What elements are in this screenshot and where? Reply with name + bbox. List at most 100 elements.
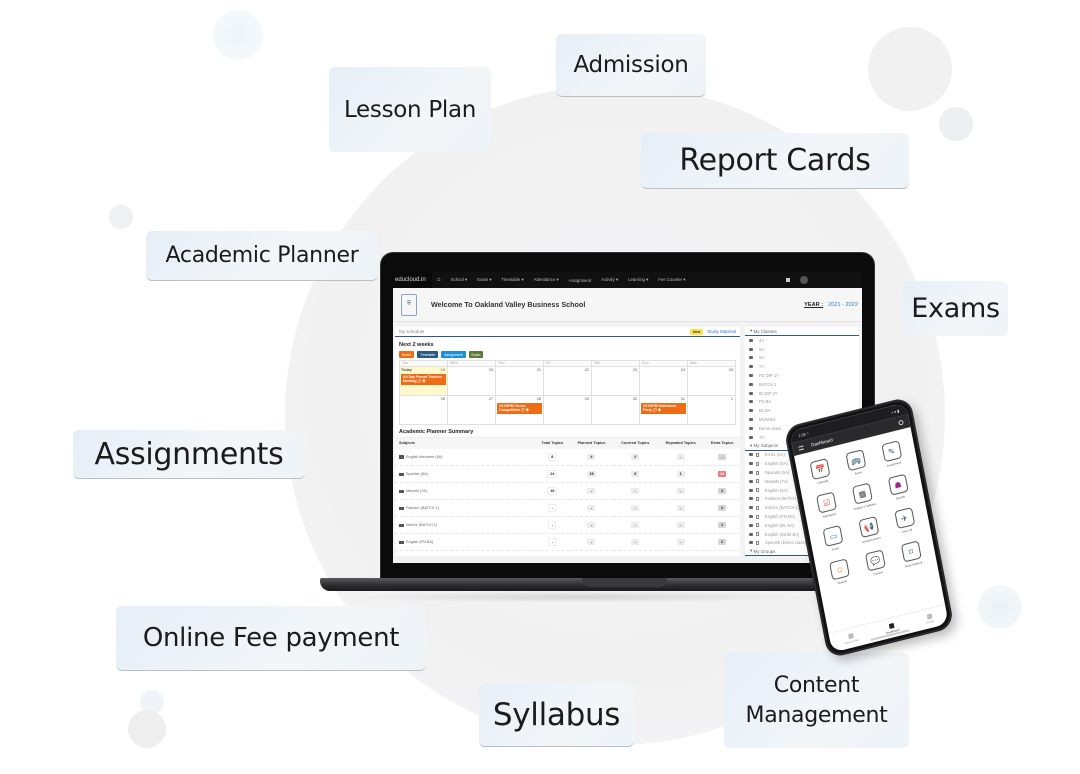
home-icon[interactable]: ⌂ [432, 277, 446, 283]
covered-count[interactable]: - [631, 488, 640, 495]
calendar-day[interactable]: 31 12:00PM Halloween Party ⓘ ✚ [640, 396, 688, 425]
covered-count[interactable]: 9 [631, 471, 640, 478]
table-row[interactable]: Marathi (7A) 16 - - - 2 [395, 482, 740, 501]
calendar-day[interactable]: 30 [592, 396, 640, 425]
extra-count[interactable]: 2 [718, 488, 727, 495]
legend-exam[interactable]: Exam [468, 351, 484, 358]
covered-count[interactable]: - [631, 539, 640, 546]
table-row[interactable]: English literature (5A) 8 4 2 - - [395, 448, 740, 467]
planned-count[interactable]: 15 [587, 471, 596, 478]
class-item[interactable]: 5A [745, 345, 859, 354]
repeated-count[interactable]: - [676, 488, 685, 495]
main-content: My schedule New Study Material Next 2 we… [395, 327, 740, 557]
planned-count[interactable]: - [587, 539, 596, 546]
tab-search[interactable]: Search Film [843, 631, 859, 645]
total-count[interactable]: - [548, 504, 557, 513]
calendar-day[interactable]: 21 [496, 367, 544, 396]
planned-count[interactable]: - [587, 505, 596, 512]
dashboard-tile[interactable]: 🚌 Event [839, 448, 873, 479]
subject-name: Marathi (7A) [765, 478, 789, 484]
table-row[interactable]: English (FN BA) - - - - 2 [395, 533, 740, 552]
dashboard-tile[interactable]: ▭ Exam [817, 523, 851, 554]
nav-assignment[interactable]: Assignment [564, 278, 596, 283]
covered-count[interactable]: - [631, 522, 640, 529]
planned-count[interactable]: 4 [587, 454, 596, 461]
repeated-count[interactable]: - [676, 539, 685, 546]
calendar-day[interactable]: 26 [400, 396, 448, 425]
calendar-day[interactable]: 22 [544, 367, 592, 396]
tab-profile[interactable]: Profile [925, 613, 934, 624]
nav-attendance[interactable]: Attendance ▾ [529, 277, 564, 283]
calendar-day[interactable]: 27 [448, 396, 496, 425]
legend-timetable[interactable]: Timetable [416, 351, 439, 358]
nav-timetable[interactable]: Timetable ▾ [497, 277, 529, 283]
calendar-day[interactable]: 23 [592, 367, 640, 396]
class-item[interactable]: 7A [745, 362, 859, 371]
nav-fee-counter[interactable]: Fee Counter ▾ [653, 277, 690, 283]
repeated-count[interactable]: - [676, 522, 685, 529]
repeated-count[interactable]: - [676, 505, 685, 512]
nav-activity[interactable]: Activity ▾ [596, 277, 623, 283]
calendar-day[interactable]: 1 [688, 396, 736, 425]
calendar-day[interactable]: 28 12:00PM Chess Competition ⓘ ✚ [496, 396, 544, 425]
dashboard-tile[interactable]: 💬 Connect [859, 548, 893, 579]
total-count[interactable]: - [548, 521, 557, 530]
covered-count[interactable]: - [631, 505, 640, 512]
extra-count[interactable]: 2 [718, 539, 727, 546]
dashboard-tile[interactable]: 📢 Announcement [852, 514, 886, 545]
nav-school[interactable]: School ▾ [446, 277, 473, 283]
repeated-count[interactable]: 1 [676, 471, 685, 478]
dashboard-tile[interactable]: ⌑ Study Material [894, 539, 928, 570]
menu-icon[interactable] [798, 444, 804, 451]
class-item[interactable]: BATCH 1 [745, 380, 859, 389]
legend-assignment[interactable]: Assignment [441, 351, 466, 358]
class-item[interactable]: 4A [745, 336, 859, 345]
class-item[interactable]: ID DIP 2Y [745, 389, 859, 398]
extra-count[interactable]: 1 [718, 522, 727, 529]
total-count[interactable]: 16 [547, 487, 558, 496]
legend-event[interactable]: Event [399, 351, 414, 358]
total-count[interactable]: - [548, 538, 557, 547]
extra-count[interactable]: 14 [717, 471, 727, 478]
brand-logo[interactable]: educloud.in [393, 272, 432, 288]
calendar-day[interactable]: 25 [688, 367, 736, 396]
dashboard-tile[interactable]: ☗ Teacher [881, 472, 915, 503]
nav-exam[interactable]: Exam ▾ [472, 277, 496, 283]
event-chess-competition[interactable]: 12:00PM Chess Competition ⓘ ✚ [497, 403, 542, 414]
dashboard-tile[interactable]: ✈ Time Off [888, 506, 922, 537]
nav-learning[interactable]: Learning ▾ [623, 277, 653, 283]
my-classes-header[interactable]: ▾ My Classes [745, 327, 859, 336]
calendar-day-today[interactable]: Today 19 All Day Parent Teacher Meeting … [400, 367, 448, 396]
table-row[interactable]: Fashion (BATCH 1) - - - - 2 [395, 499, 740, 518]
study-material-link[interactable]: Study Material [707, 329, 736, 334]
planned-count[interactable]: - [587, 522, 596, 529]
event-parent-teacher-meeting[interactable]: All Day Parent Teacher Meeting ⓘ ✚ [401, 374, 446, 385]
settings-icon[interactable] [898, 419, 904, 426]
dashboard-tile[interactable]: 📅 Calendar [804, 456, 838, 487]
subject-cell: English literature (5A) [395, 448, 535, 467]
table-row[interactable]: Spanish (5A) 24 15 9 1 14 [395, 465, 740, 484]
apps-grid-icon[interactable] [786, 278, 790, 282]
dashboard-tile[interactable]: ▦ Subject & Syllabus [846, 481, 880, 512]
event-halloween-party[interactable]: 12:00PM Halloween Party ⓘ ✚ [641, 403, 686, 414]
year-value[interactable]: 2021 - 2022 [828, 302, 858, 308]
repeated-count[interactable]: - [676, 454, 685, 461]
table-row[interactable]: Interior (BATCH 1) - - - - 1 [395, 516, 740, 535]
class-item[interactable]: FN BA [745, 398, 859, 407]
extra-count[interactable]: 2 [718, 505, 727, 512]
calendar-day[interactable]: 24 [640, 367, 688, 396]
total-count[interactable]: 8 [548, 453, 557, 462]
user-avatar[interactable] [800, 276, 808, 284]
planned-count[interactable]: - [587, 488, 596, 495]
dashboard-tile[interactable]: ☺ Student [823, 557, 857, 588]
class-item[interactable]: 5A [745, 354, 859, 363]
calendar-day[interactable]: 29 [544, 396, 592, 425]
class-item[interactable]: FD DIP 1Y [745, 371, 859, 380]
extra-count[interactable]: - [718, 454, 727, 461]
covered-count[interactable]: 2 [631, 454, 640, 461]
calendar-day[interactable]: 20 [448, 367, 496, 396]
dashboard-tile[interactable]: ✎ Assignment [875, 439, 909, 470]
total-count[interactable]: 24 [547, 470, 558, 479]
dashboard-tile[interactable]: ☑ Attendance [810, 490, 844, 521]
feature-online-fee-payment: Online Fee payment [116, 606, 426, 671]
